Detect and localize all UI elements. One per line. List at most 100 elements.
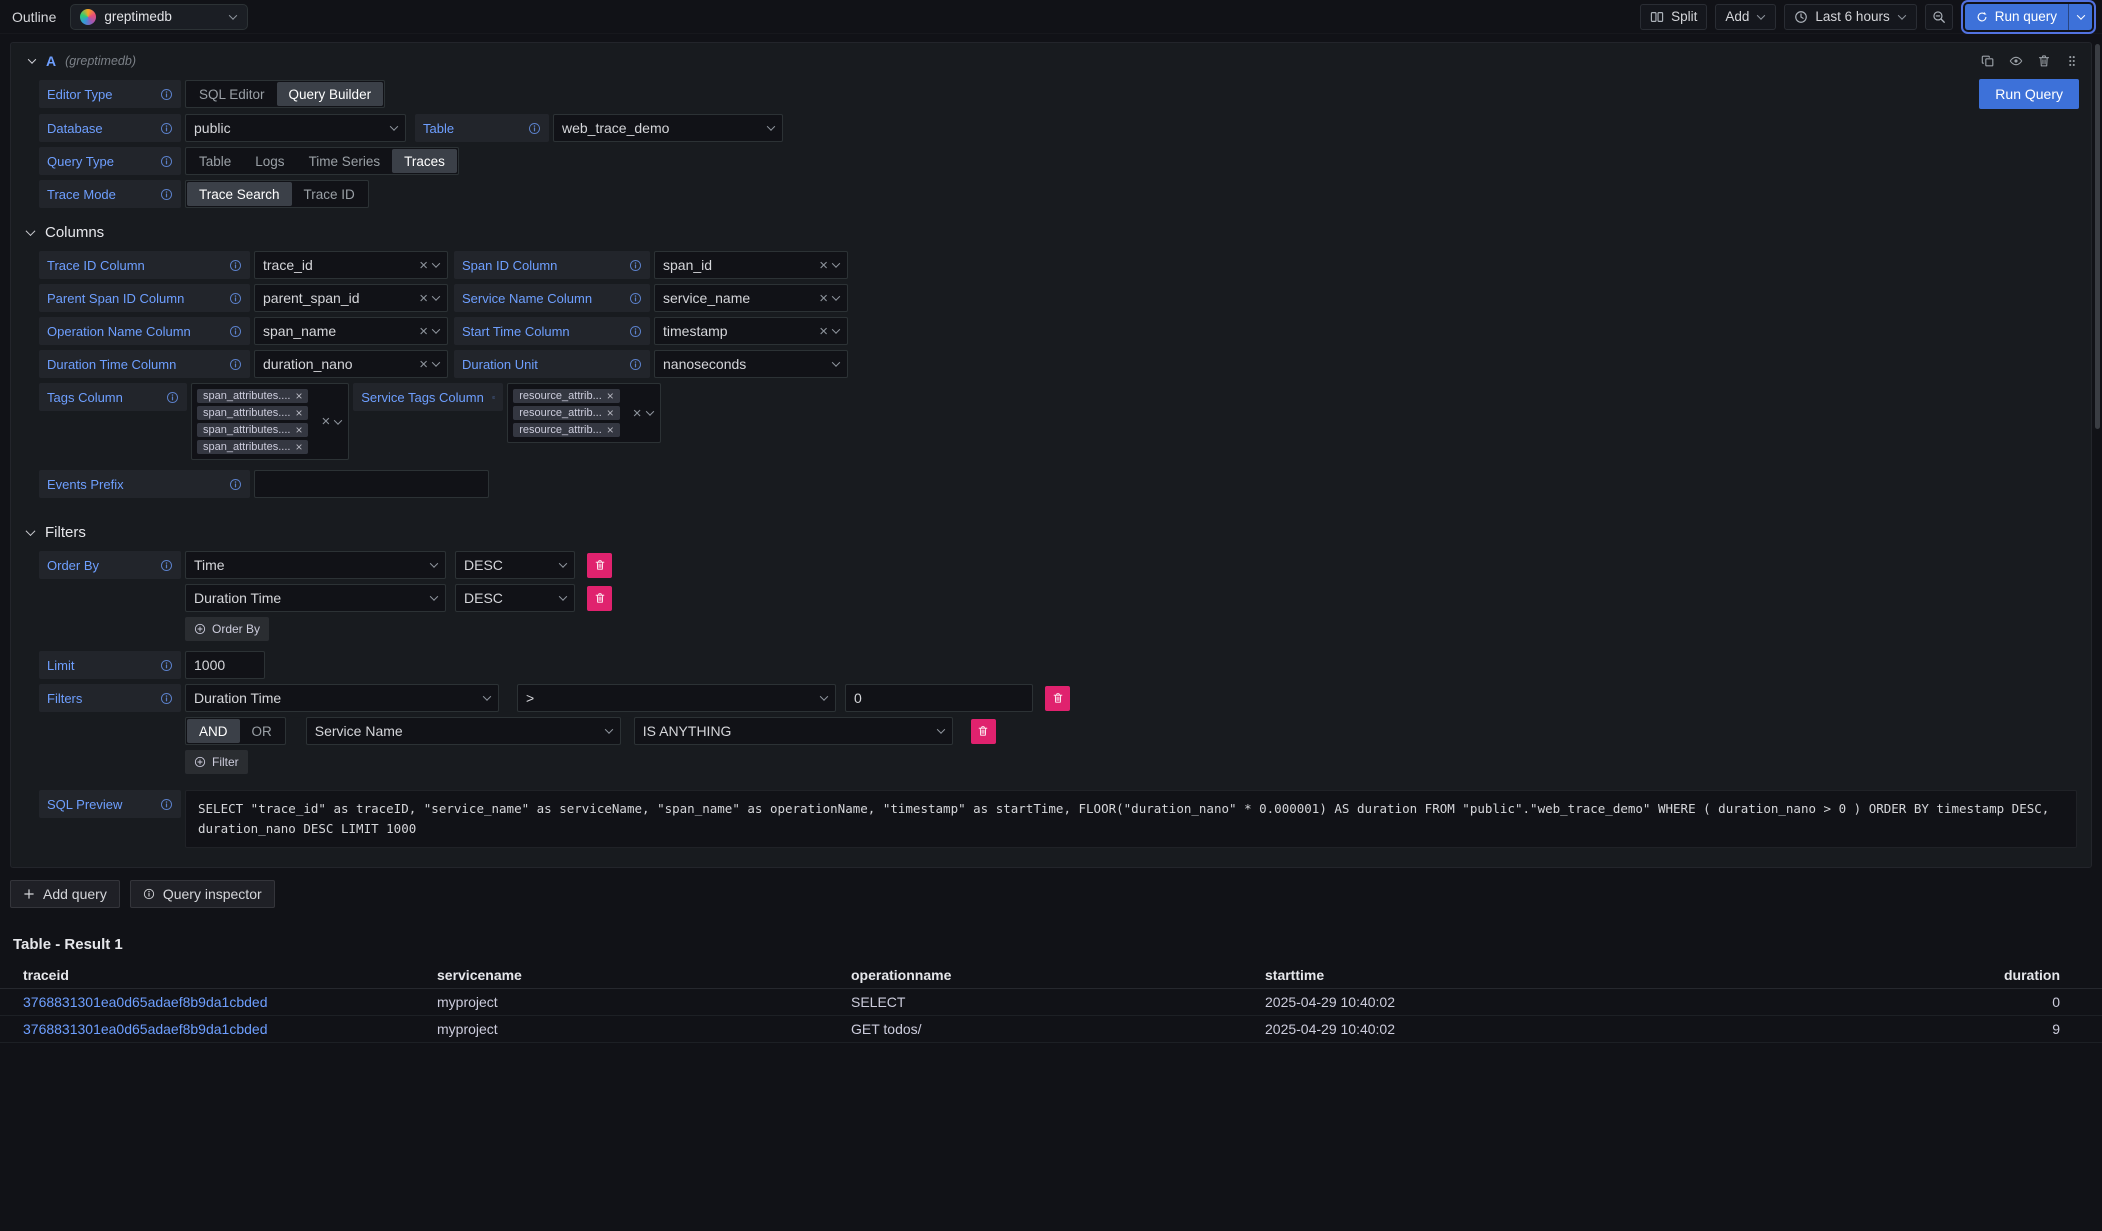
- events-prefix-input[interactable]: [254, 470, 489, 498]
- filter-value-input[interactable]: [845, 684, 1033, 712]
- filter-field-select[interactable]: Duration Time: [185, 684, 499, 712]
- info-icon[interactable]: [160, 798, 173, 811]
- clear-icon[interactable]: [819, 324, 828, 339]
- split-button[interactable]: Split: [1640, 4, 1707, 30]
- filter-operator-select[interactable]: IS ANYTHING: [634, 717, 953, 745]
- query-type-option-traces[interactable]: Traces: [392, 149, 457, 173]
- filter-operator-select[interactable]: >: [517, 684, 836, 712]
- info-icon[interactable]: [229, 325, 242, 338]
- clear-all-icon[interactable]: [633, 406, 642, 421]
- column-header-starttime[interactable]: starttime: [1255, 967, 1663, 983]
- remove-chip-icon[interactable]: [295, 441, 302, 453]
- query-type-option-logs[interactable]: Logs: [243, 149, 296, 173]
- service-name-column-select[interactable]: service_name: [654, 284, 848, 312]
- time-range-picker[interactable]: Last 6 hours: [1784, 4, 1916, 30]
- zoom-out-time-button[interactable]: [1925, 4, 1953, 30]
- info-icon[interactable]: [160, 155, 173, 168]
- outline-toggle[interactable]: Outline: [6, 9, 62, 25]
- info-icon[interactable]: [160, 122, 173, 135]
- filter-logic-and[interactable]: AND: [187, 719, 240, 743]
- query-type-option-table[interactable]: Table: [187, 149, 243, 173]
- remove-filter-button[interactable]: [1045, 686, 1070, 711]
- run-query-interval-dropdown[interactable]: [2068, 4, 2092, 30]
- order-by-direction-select[interactable]: DESC: [455, 584, 575, 612]
- clear-icon[interactable]: [819, 258, 828, 273]
- info-icon[interactable]: [160, 659, 173, 672]
- column-header-operationname[interactable]: operationname: [841, 967, 1255, 983]
- add-order-by-button[interactable]: Order By: [185, 617, 269, 641]
- tags-column-multiselect[interactable]: span_attributes.... span_attributes.... …: [191, 383, 349, 460]
- result-panel-title[interactable]: Table - Result 1: [0, 932, 2102, 961]
- info-icon[interactable]: [629, 325, 642, 338]
- table-select[interactable]: web_trace_demo: [553, 114, 783, 142]
- columns-section-toggle[interactable]: Columns: [25, 224, 2079, 241]
- info-icon[interactable]: [229, 358, 242, 371]
- info-icon[interactable]: [492, 391, 495, 404]
- trace-mode-option-trace-search[interactable]: Trace Search: [187, 182, 292, 206]
- column-header-servicename[interactable]: servicename: [427, 967, 841, 983]
- duplicate-query-icon[interactable]: [1981, 54, 1995, 68]
- duration-unit-select[interactable]: nanoseconds: [654, 350, 848, 378]
- limit-input[interactable]: [185, 651, 265, 679]
- editor-type-option-query-builder[interactable]: Query Builder: [277, 82, 384, 106]
- scrollbar-thumb[interactable]: [2095, 44, 2100, 429]
- remove-chip-icon[interactable]: [607, 424, 614, 436]
- filters-section-toggle[interactable]: Filters: [25, 524, 2079, 541]
- trace-id-link[interactable]: 3768831301ea0d65adaef8b9da1cbded: [23, 1021, 267, 1037]
- remove-chip-icon[interactable]: [607, 390, 614, 402]
- clear-icon[interactable]: [419, 291, 428, 306]
- datasource-picker[interactable]: greptimedb: [70, 4, 248, 30]
- trace-mode-option-trace-id[interactable]: Trace ID: [292, 182, 367, 206]
- add-filter-button[interactable]: Filter: [185, 750, 248, 774]
- info-icon[interactable]: [160, 692, 173, 705]
- add-query-button[interactable]: Add query: [10, 880, 120, 908]
- remove-chip-icon[interactable]: [295, 390, 302, 402]
- info-icon[interactable]: [629, 358, 642, 371]
- remove-chip-icon[interactable]: [295, 407, 302, 419]
- remove-query-icon[interactable]: [2037, 54, 2051, 68]
- order-by-field-select[interactable]: Time: [185, 551, 446, 579]
- start-time-column-select[interactable]: timestamp: [654, 317, 848, 345]
- operation-name-column-select[interactable]: span_name: [254, 317, 448, 345]
- clear-icon[interactable]: [819, 291, 828, 306]
- run-query-button[interactable]: Run query: [1965, 4, 2068, 30]
- info-icon[interactable]: [160, 188, 173, 201]
- order-by-field-select[interactable]: Duration Time: [185, 584, 446, 612]
- drag-handle-icon[interactable]: [2065, 54, 2079, 68]
- clear-icon[interactable]: [419, 258, 428, 273]
- clear-icon[interactable]: [419, 324, 428, 339]
- clear-all-icon[interactable]: [321, 414, 330, 429]
- remove-order-by-button[interactable]: [587, 553, 612, 578]
- info-icon[interactable]: [528, 122, 541, 135]
- remove-chip-icon[interactable]: [295, 424, 302, 436]
- remove-filter-button[interactable]: [971, 719, 996, 744]
- add-dropdown-button[interactable]: Add: [1715, 4, 1776, 30]
- filter-field-select[interactable]: Service Name: [306, 717, 621, 745]
- service-tags-column-multiselect[interactable]: resource_attrib... resource_attrib... re…: [507, 383, 660, 443]
- info-icon[interactable]: [629, 259, 642, 272]
- filter-logic-or[interactable]: OR: [240, 719, 284, 743]
- info-icon[interactable]: [229, 292, 242, 305]
- database-select[interactable]: public: [185, 114, 406, 142]
- info-icon[interactable]: [229, 259, 242, 272]
- info-icon[interactable]: [229, 478, 242, 491]
- column-header-traceid[interactable]: traceid: [13, 967, 427, 983]
- collapse-query-icon[interactable]: [28, 55, 36, 63]
- parent-span-id-column-select[interactable]: parent_span_id: [254, 284, 448, 312]
- query-type-option-time-series[interactable]: Time Series: [297, 149, 393, 173]
- column-header-duration[interactable]: duration: [1663, 967, 2102, 983]
- duration-time-column-select[interactable]: duration_nano: [254, 350, 448, 378]
- remove-order-by-button[interactable]: [587, 586, 612, 611]
- run-query-panel-button[interactable]: Run Query: [1979, 79, 2079, 109]
- trace-id-link[interactable]: 3768831301ea0d65adaef8b9da1cbded: [23, 994, 267, 1010]
- trace-id-column-select[interactable]: trace_id: [254, 251, 448, 279]
- query-inspector-button[interactable]: Query inspector: [130, 880, 275, 908]
- editor-type-option-sql-editor[interactable]: SQL Editor: [187, 82, 277, 106]
- info-icon[interactable]: [166, 391, 179, 404]
- remove-chip-icon[interactable]: [607, 407, 614, 419]
- info-icon[interactable]: [160, 88, 173, 101]
- info-icon[interactable]: [160, 559, 173, 572]
- info-icon[interactable]: [629, 292, 642, 305]
- clear-icon[interactable]: [419, 357, 428, 372]
- disable-query-icon[interactable]: [2009, 54, 2023, 68]
